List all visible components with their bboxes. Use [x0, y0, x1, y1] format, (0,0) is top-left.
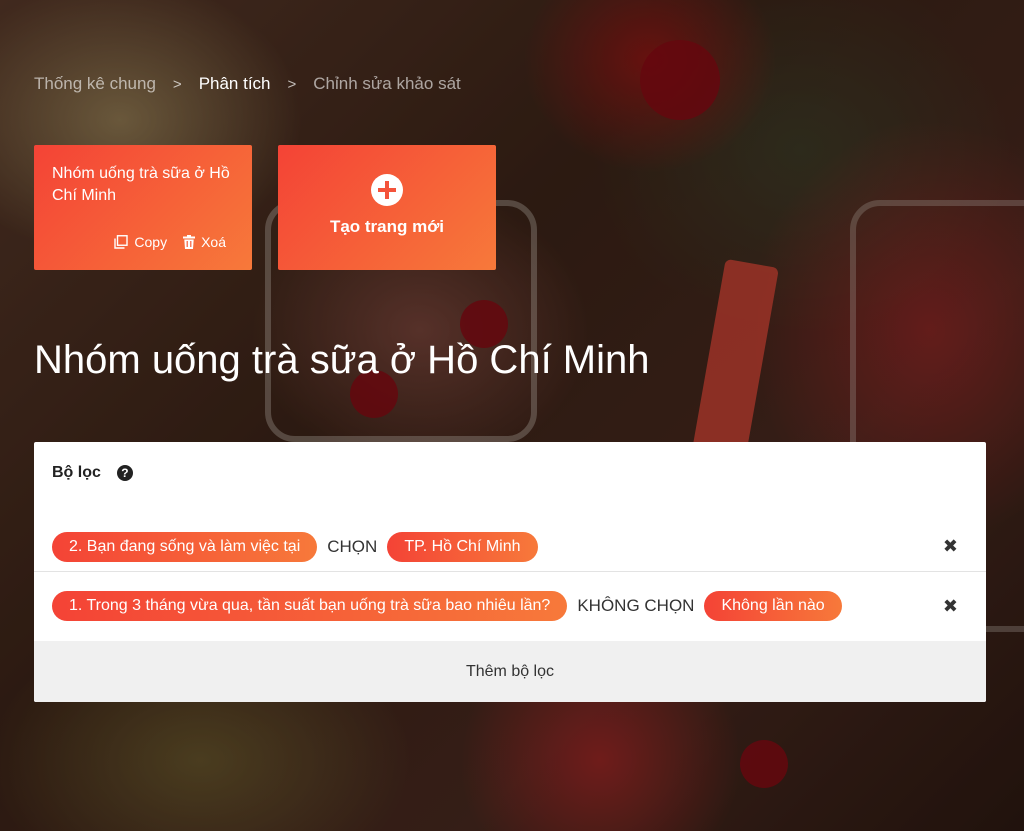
- breadcrumb: Thống kê chung > Phân tích > Chỉnh sửa k…: [34, 74, 461, 94]
- breadcrumb-separator: >: [172, 75, 182, 93]
- new-page-label: Tạo trang mới: [329, 217, 445, 236]
- add-filter-button[interactable]: Thêm bộ lọc: [34, 641, 986, 702]
- breadcrumb-edit-survey[interactable]: Chỉnh sửa khảo sát: [313, 74, 460, 94]
- help-icon[interactable]: ?: [116, 465, 133, 481]
- filter-operator[interactable]: CHỌN: [327, 537, 377, 557]
- copy-icon: [114, 235, 129, 249]
- breadcrumb-analysis[interactable]: Phân tích: [199, 74, 271, 94]
- page-card-title: Nhóm uống trà sữa ở Hồ Chí Minh: [52, 165, 230, 204]
- filter-answer[interactable]: TP. Hồ Chí Minh: [387, 531, 538, 562]
- remove-filter-icon[interactable]: ✖: [943, 596, 958, 617]
- filter-answer[interactable]: Không lần nào: [704, 591, 842, 621]
- filter-panel: Bộ lọc ? 2. Bạn đang sống và làm việc tạ…: [34, 442, 986, 702]
- delete-label: Xoá: [201, 234, 226, 250]
- filter-question[interactable]: 2. Bạn đang sống và làm việc tại: [52, 531, 318, 562]
- background-overlay: [0, 0, 1024, 831]
- copy-label: Copy: [134, 234, 168, 250]
- plus-circle-icon: [371, 174, 403, 206]
- filter-row: 2. Bạn đang sống và làm việc tại CHỌN TP…: [34, 522, 986, 572]
- breadcrumb-separator: >: [287, 75, 297, 93]
- filter-row: 1. Trong 3 tháng vừa qua, tần suất bạn u…: [34, 573, 986, 639]
- trash-icon: [183, 235, 196, 249]
- delete-button[interactable]: Xoá: [183, 234, 226, 250]
- filter-operator[interactable]: KHÔNG CHỌN: [577, 596, 694, 616]
- new-page-button[interactable]: Tạo trang mới: [278, 145, 496, 270]
- filter-question[interactable]: 1. Trong 3 tháng vừa qua, tần suất bạn u…: [52, 591, 568, 621]
- remove-filter-icon[interactable]: ✖: [943, 536, 958, 557]
- filter-panel-title: Bộ lọc: [52, 464, 101, 481]
- copy-button[interactable]: Copy: [114, 234, 167, 250]
- page-title: Nhóm uống trà sữa ở Hồ Chí Minh: [34, 338, 650, 382]
- breadcrumb-overview[interactable]: Thống kê chung: [34, 74, 156, 94]
- page-card[interactable]: Nhóm uống trà sữa ở Hồ Chí Minh Copy Xoá: [34, 145, 252, 270]
